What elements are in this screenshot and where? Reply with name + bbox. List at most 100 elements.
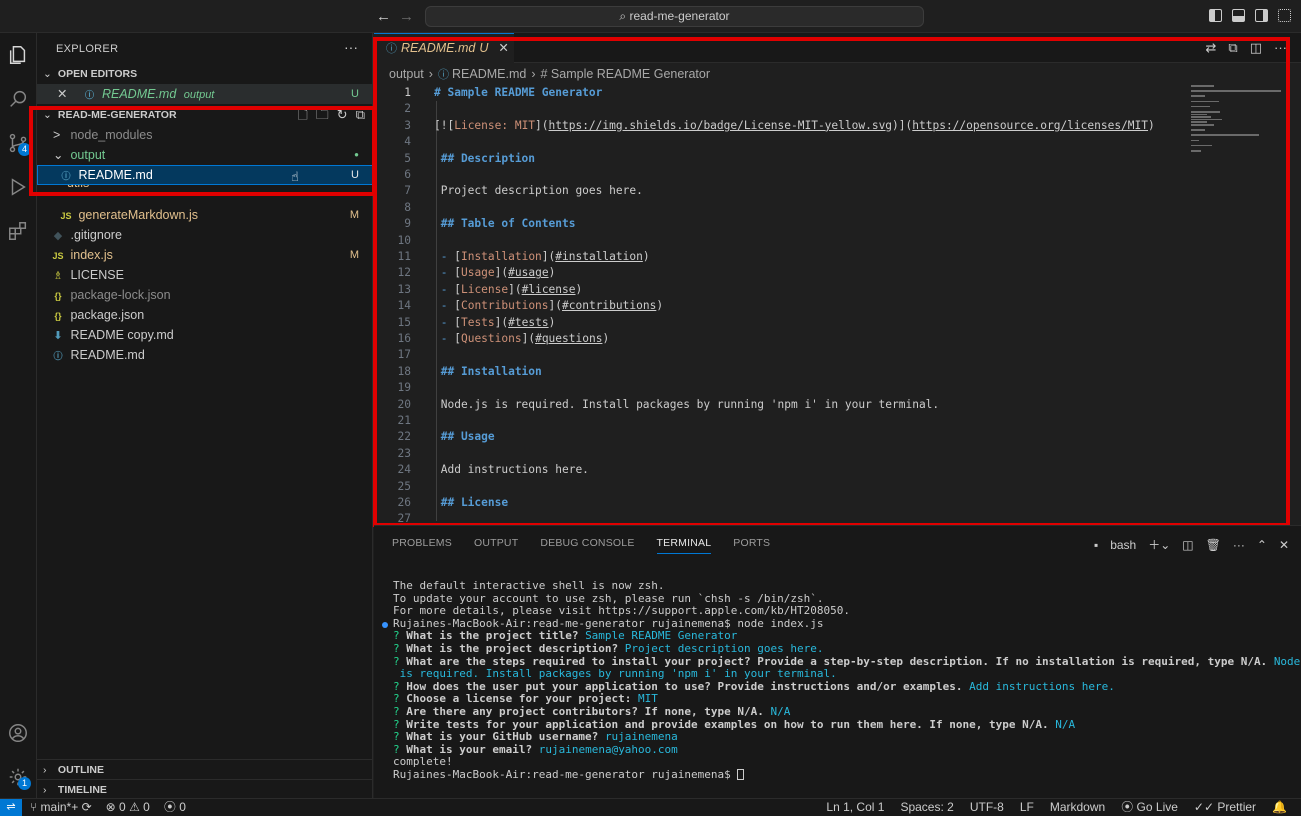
panel-tab-terminal[interactable]: TERMINAL bbox=[656, 537, 712, 554]
code-line[interactable]: 18 ## Installation bbox=[374, 364, 1301, 380]
panel-tab-output[interactable]: OUTPUT bbox=[474, 537, 518, 554]
code-line[interactable]: 22 ## Usage bbox=[374, 429, 1301, 445]
code-line[interactable]: 26 ## License bbox=[374, 495, 1301, 511]
code-line[interactable]: 10 bbox=[374, 233, 1301, 249]
problems-status[interactable]: ⊗ 0 ⚠ 0 bbox=[106, 799, 150, 816]
outline-section-header[interactable]: › OUTLINE bbox=[37, 759, 373, 779]
code-line[interactable]: 24 Add instructions here. bbox=[374, 462, 1301, 478]
toggle-secondary-sidebar-icon[interactable] bbox=[1255, 9, 1268, 22]
breadcrumb-symbol[interactable]: # Sample README Generator bbox=[541, 67, 711, 81]
breadcrumb-file[interactable]: README.md bbox=[452, 67, 526, 81]
collapse-all-icon[interactable]: ⧉ bbox=[356, 105, 365, 125]
code-line[interactable]: 5 ## Description bbox=[374, 151, 1301, 167]
tree-item-license[interactable]: ♗ LICENSE bbox=[37, 265, 373, 285]
timeline-section-header[interactable]: › TIMELINE bbox=[37, 779, 373, 799]
code-line[interactable]: 7 Project description goes here. bbox=[374, 183, 1301, 199]
maximize-panel-icon[interactable]: ⌃ bbox=[1257, 538, 1267, 552]
tree-item-gitignore[interactable]: ◆ .gitignore bbox=[37, 225, 373, 245]
code-line[interactable]: 20 Node.js is required. Install packages… bbox=[374, 397, 1301, 413]
new-folder-icon[interactable]: 🗀 bbox=[316, 105, 329, 125]
toggle-panel-icon[interactable] bbox=[1232, 9, 1245, 22]
end-of-line[interactable]: LF bbox=[1020, 799, 1034, 816]
open-editors-header[interactable]: ⌄ OPEN EDITORS bbox=[37, 64, 373, 84]
code-line[interactable]: 6 bbox=[374, 167, 1301, 183]
code-line[interactable]: 25 bbox=[374, 479, 1301, 495]
open-preview-icon[interactable]: ⧉ bbox=[1228, 40, 1237, 56]
code-line[interactable]: 13 - [License](#license) bbox=[374, 282, 1301, 298]
refresh-icon[interactable]: ↻ bbox=[337, 105, 348, 125]
code-line[interactable]: 12 - [Usage](#usage) bbox=[374, 265, 1301, 281]
code-line[interactable]: 16 - [Questions](#questions) bbox=[374, 331, 1301, 347]
language-mode[interactable]: Markdown bbox=[1050, 799, 1105, 816]
close-icon[interactable]: ✕ bbox=[498, 41, 508, 55]
code-line[interactable]: 9 ## Table of Contents bbox=[374, 216, 1301, 232]
source-control-icon[interactable]: 4 bbox=[4, 129, 32, 157]
close-icon[interactable]: ✕ bbox=[57, 84, 79, 104]
settings-gear-icon[interactable]: 1 bbox=[4, 763, 32, 791]
code-line[interactable]: 17 bbox=[374, 347, 1301, 363]
tree-item-output[interactable]: ⌄ output ● bbox=[37, 145, 373, 165]
branch-status[interactable]: ⑂ main*+ ⟳ bbox=[30, 799, 92, 816]
tree-item-index-js[interactable]: JS index.js M bbox=[37, 245, 373, 265]
code-line[interactable]: 27 bbox=[374, 511, 1301, 525]
panel-tab-problems[interactable]: PROBLEMS bbox=[392, 537, 452, 554]
remote-indicator-icon[interactable]: ⇌ bbox=[0, 799, 22, 816]
command-decoration-icon[interactable] bbox=[382, 621, 388, 628]
split-editor-icon[interactable]: ◫ bbox=[1250, 40, 1262, 56]
more-actions-icon[interactable]: ··· bbox=[1274, 40, 1287, 56]
prettier-button[interactable]: ✓✓ Prettier bbox=[1194, 799, 1256, 816]
account-icon[interactable] bbox=[4, 719, 32, 747]
tree-item-utils[interactable]: utils bbox=[37, 185, 373, 193]
tree-item-package-json[interactable]: {} package.json bbox=[37, 305, 373, 325]
tree-item-readme[interactable]: ⓘ README.md bbox=[37, 345, 373, 365]
code-editor[interactable]: 1 # Sample README Generator 2 3 [![License: … bbox=[374, 85, 1301, 525]
explorer-more-actions-button[interactable]: ··· bbox=[344, 39, 358, 55]
panel-tab-debug-console[interactable]: DEBUG CONSOLE bbox=[540, 537, 634, 554]
tree-item-readme-copy[interactable]: ⬇ README copy.md bbox=[37, 325, 373, 345]
code-line[interactable]: 11 - [Installation](#installation) bbox=[374, 249, 1301, 265]
kill-terminal-icon[interactable]: 🗑 bbox=[1206, 538, 1221, 552]
encoding[interactable]: UTF-8 bbox=[970, 799, 1004, 816]
customize-layout-icon[interactable] bbox=[1278, 9, 1291, 22]
more-actions-icon[interactable]: ··· bbox=[1233, 538, 1245, 552]
command-center-search[interactable]: ⌕ read-me-generator bbox=[425, 6, 924, 27]
terminal-shell-label[interactable]: bash bbox=[1110, 538, 1136, 552]
extensions-icon[interactable] bbox=[4, 217, 32, 245]
open-changes-icon[interactable]: ⇄ bbox=[1206, 40, 1217, 56]
open-editor-item[interactable]: ✕ ⓘ README.md output U bbox=[37, 84, 373, 104]
indentation[interactable]: Spaces: 2 bbox=[900, 799, 953, 816]
code-line[interactable]: 1 # Sample README Generator bbox=[374, 85, 1301, 101]
code-line[interactable]: 14 - [Contributions](#contributions) bbox=[374, 298, 1301, 314]
close-panel-icon[interactable]: ✕ bbox=[1279, 538, 1289, 552]
search-icon[interactable] bbox=[4, 85, 32, 113]
code-line[interactable]: 23 bbox=[374, 446, 1301, 462]
panel-tab-ports[interactable]: PORTS bbox=[733, 537, 770, 554]
split-terminal-icon[interactable]: ◫ bbox=[1182, 538, 1193, 552]
tree-item-generate-markdown[interactable]: JS generateMarkdown.js M bbox=[37, 205, 373, 225]
ports-status[interactable]: ⦿ 0 bbox=[164, 799, 186, 816]
tab-readme[interactable]: ⓘ README.md U ✕ bbox=[374, 33, 514, 63]
cursor-position[interactable]: Ln 1, Col 1 bbox=[826, 799, 884, 816]
code-line[interactable]: 15 - [Tests](#tests) bbox=[374, 315, 1301, 331]
explorer-files-icon[interactable] bbox=[4, 41, 32, 69]
tree-item-node-modules[interactable]: > node_modules bbox=[37, 125, 373, 145]
forward-arrow-icon[interactable]: → bbox=[399, 8, 414, 25]
new-file-icon[interactable]: 🗋 bbox=[297, 105, 307, 125]
code-line[interactable]: 21 bbox=[374, 413, 1301, 429]
tree-item-readme-output[interactable]: ⓘ README.md U ☝ bbox=[37, 165, 373, 185]
terminal-output[interactable]: The default interactive shell is now zsh… bbox=[382, 579, 1301, 782]
code-line[interactable]: 8 bbox=[374, 200, 1301, 216]
code-line[interactable]: 2 bbox=[374, 101, 1301, 117]
breadcrumb-folder[interactable]: output bbox=[389, 67, 424, 81]
project-folder-header[interactable]: ⌄ READ-ME-GENERATOR 🗋 🗀 ↻ ⧉ bbox=[37, 105, 373, 125]
go-live-button[interactable]: ⦿ Go Live bbox=[1121, 799, 1178, 816]
tree-item-package-lock[interactable]: {} package-lock.json bbox=[37, 285, 373, 305]
code-line[interactable]: 19 bbox=[374, 380, 1301, 396]
code-line[interactable]: 4 bbox=[374, 134, 1301, 150]
notifications-bell-icon[interactable]: 🔔 bbox=[1272, 799, 1287, 816]
run-debug-icon[interactable] bbox=[4, 173, 32, 201]
new-terminal-icon[interactable]: ＋⌄ bbox=[1148, 536, 1170, 553]
back-arrow-icon[interactable]: ← bbox=[376, 8, 391, 25]
code-line[interactable]: 3 [![License: MIT](https://img.shields.io… bbox=[374, 118, 1301, 134]
toggle-primary-sidebar-icon[interactable] bbox=[1209, 9, 1222, 22]
